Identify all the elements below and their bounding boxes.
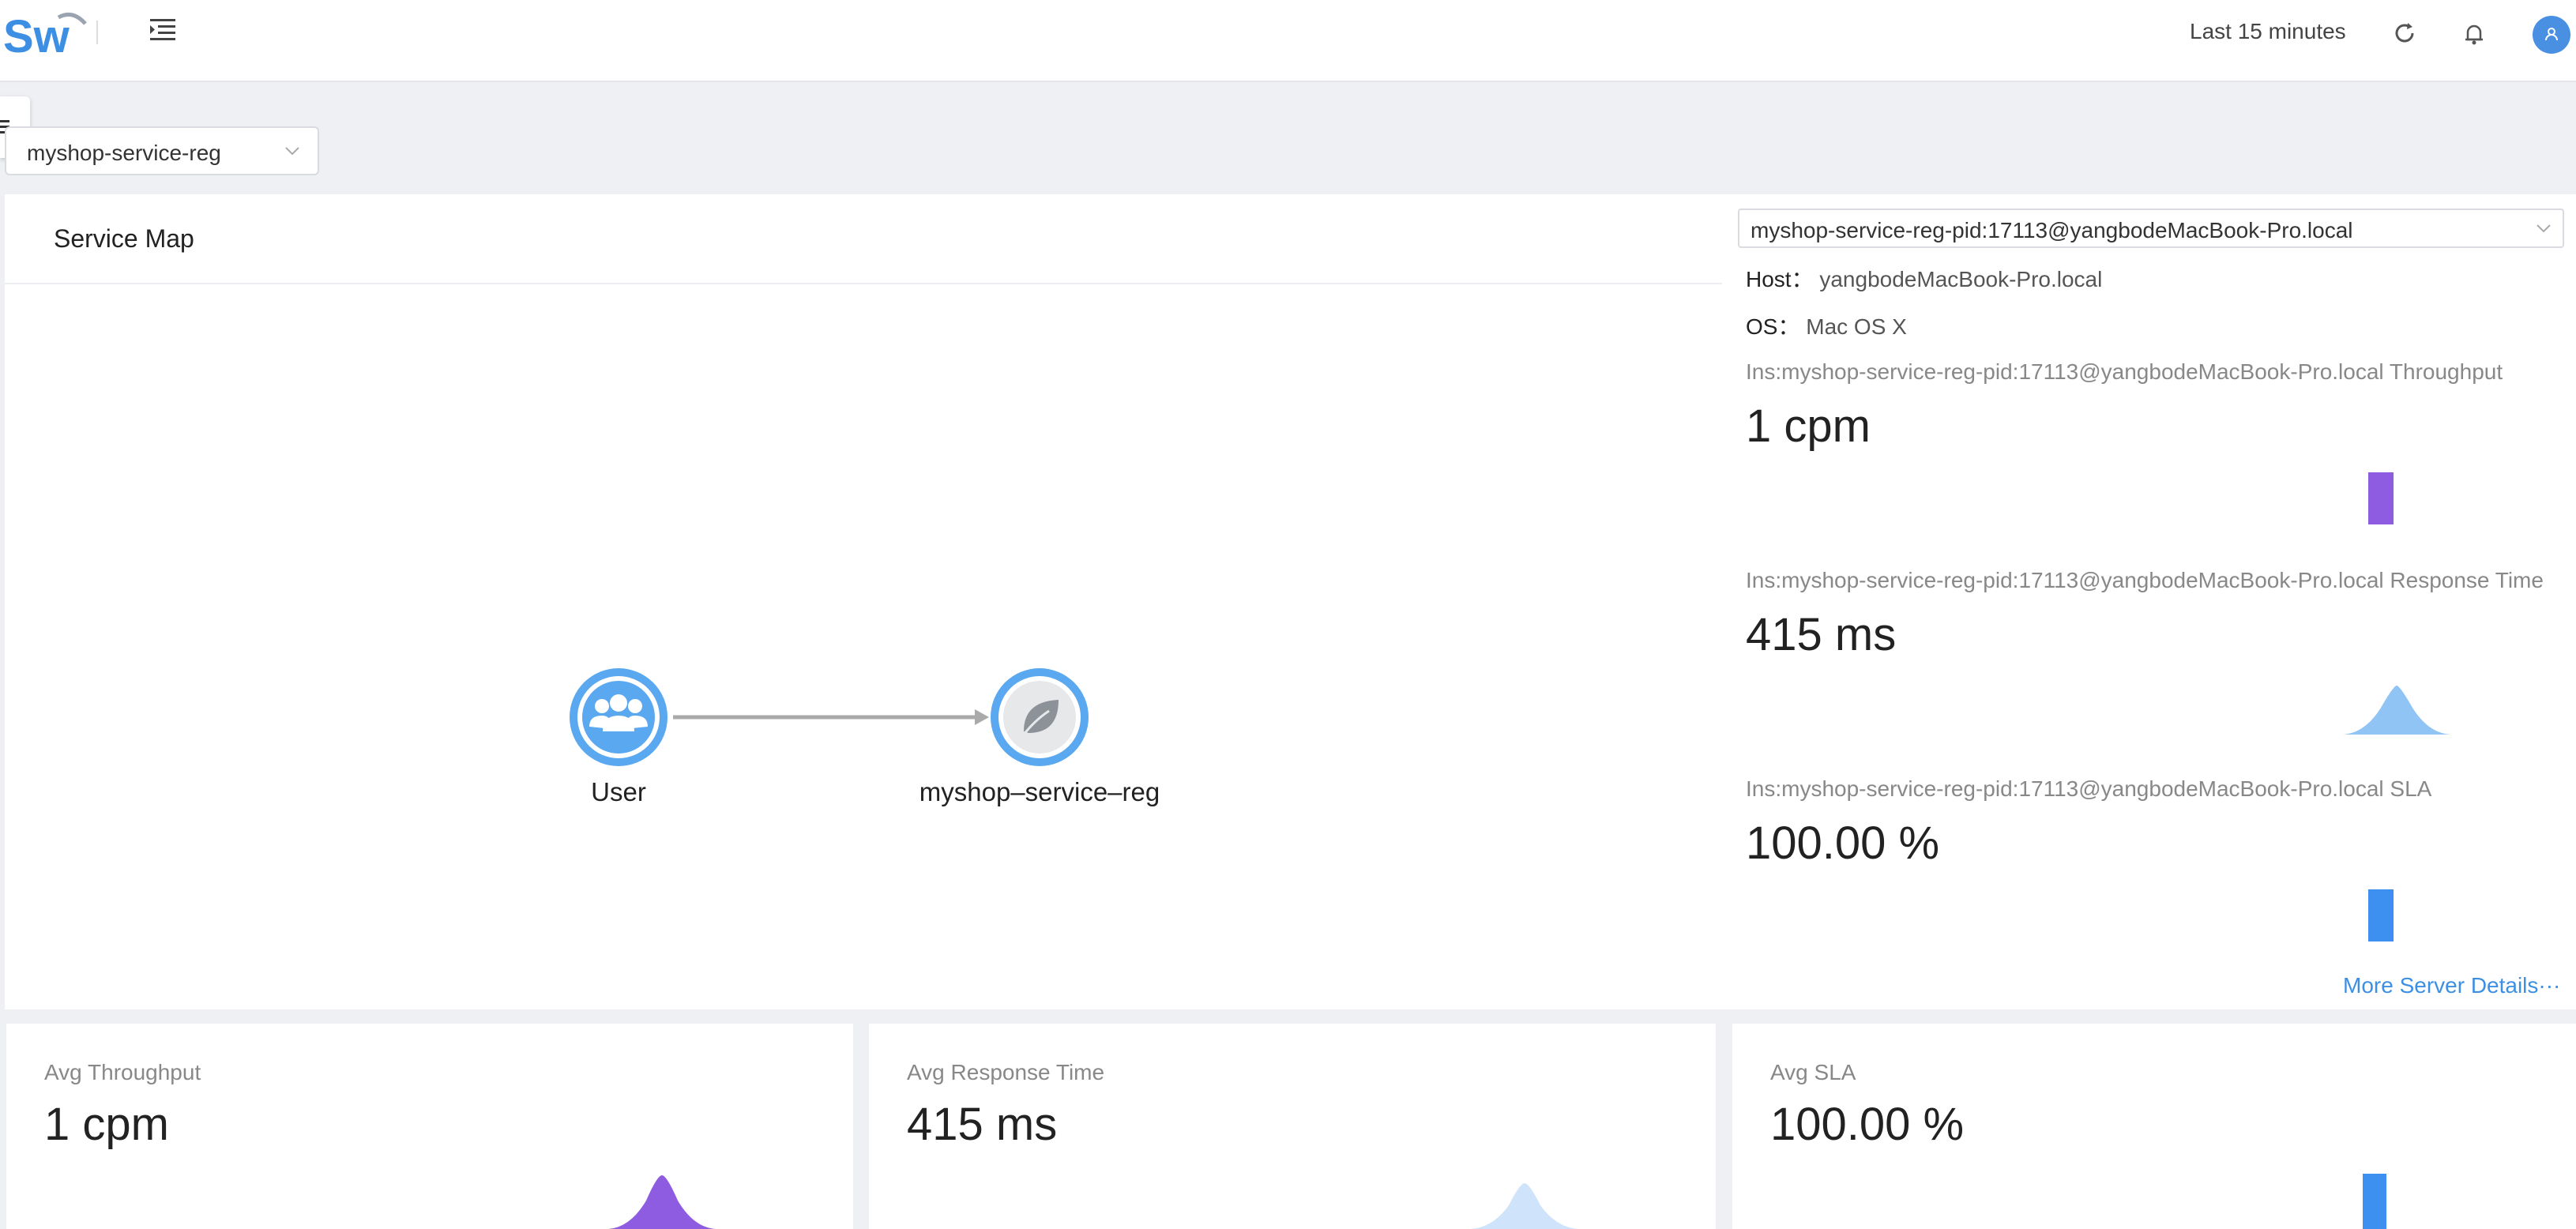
- host-value: yangbodeMacBook-Pro.local: [1819, 267, 2103, 291]
- avg-response-time-label: Avg Response Time: [907, 1060, 1105, 1084]
- avg-throughput-label: Avg Throughput: [44, 1060, 201, 1084]
- avg-sla-value: 100.00 %: [1770, 1099, 1965, 1150]
- instance-sla-value: 100.00 %: [1746, 817, 1940, 869]
- node-label-user: User: [591, 777, 646, 806]
- time-range-selector[interactable]: Last 15 minutes: [2190, 19, 2346, 44]
- avg-throughput-value: 1 cpm: [44, 1099, 169, 1150]
- chevron-down-icon: [2537, 224, 2551, 233]
- host-info: Host： yangbodeMacBook-Pro.local: [1746, 262, 2102, 294]
- avg-sla-card: Avg SLA 100.00 %: [1732, 1024, 2576, 1229]
- instance-throughput-value: 1 cpm: [1746, 400, 1871, 452]
- avg-response-time-card: Avg Response Time 415 ms: [869, 1024, 1716, 1229]
- service-map-title: Service Map: [54, 224, 194, 253]
- sparkline-bar: [2368, 472, 2394, 524]
- instance-sla-label: Ins:myshop-service-reg-pid:17113@yangbod…: [1746, 776, 2432, 801]
- sparkline-area: [1471, 1183, 1578, 1229]
- avg-throughput-card: Avg Throughput 1 cpm: [6, 1024, 853, 1229]
- avg-response-time-sparkline[interactable]: [1469, 1178, 1580, 1229]
- service-select-value: myshop-service-reg: [27, 141, 221, 165]
- avg-sla-sparkline[interactable]: [2360, 1172, 2391, 1229]
- logo-divider: [96, 21, 98, 44]
- instance-throughput-sparkline[interactable]: [2367, 471, 2398, 526]
- user-avatar-icon[interactable]: [2533, 16, 2570, 54]
- instance-response-time-value: 415 ms: [1746, 609, 1897, 660]
- edge-arrowhead: [975, 709, 989, 725]
- topology-graph[interactable]: User myshop–service–reg: [5, 284, 1722, 1009]
- os-info: OS： Mac OS X: [1746, 310, 1907, 341]
- bell-icon[interactable]: [2460, 19, 2488, 47]
- more-server-details-link[interactable]: More Server Details···: [2343, 973, 2560, 998]
- sparkline-area: [608, 1175, 716, 1229]
- instance-select[interactable]: myshop-service-reg-pid:17113@yangbodeMac…: [1738, 209, 2564, 248]
- instance-select-value: myshop-service-reg-pid:17113@yangbodeMac…: [1751, 218, 2353, 242]
- refresh-icon[interactable]: [2390, 19, 2419, 47]
- avg-sla-label: Avg SLA: [1770, 1060, 1856, 1084]
- topology-node-service[interactable]: myshop–service–reg: [919, 668, 1160, 806]
- host-label: Host：: [1746, 267, 1814, 291]
- instance-response-time-sparkline[interactable]: [2341, 681, 2452, 736]
- node-label-service: myshop–service–reg: [919, 777, 1160, 806]
- sparkline-bar: [2363, 1174, 2386, 1229]
- os-value: Mac OS X: [1806, 314, 1907, 339]
- top-header: Sw Last 15 minutes: [0, 0, 2576, 82]
- service-map-panel: Service Map User myshop–service–reg: [5, 194, 2576, 1009]
- sparkline-bar: [2368, 889, 2394, 941]
- avg-response-time-value: 415 ms: [907, 1099, 1058, 1150]
- instance-sla-sparkline[interactable]: [2367, 888, 2398, 943]
- instance-throughput-label: Ins:myshop-service-reg-pid:17113@yangbod…: [1746, 359, 2503, 384]
- instance-response-time-label: Ins:myshop-service-reg-pid:17113@yangbod…: [1746, 568, 2544, 592]
- service-select[interactable]: myshop-service-reg: [5, 126, 319, 175]
- avg-throughput-sparkline[interactable]: [607, 1169, 717, 1229]
- skywalking-logo[interactable]: Sw: [3, 6, 90, 60]
- chevron-down-icon: [285, 147, 299, 156]
- menu-toggle-icon[interactable]: [147, 16, 179, 44]
- topology-node-user[interactable]: User: [570, 668, 668, 806]
- os-label: OS：: [1746, 314, 1800, 339]
- sparkline-area: [2343, 686, 2450, 735]
